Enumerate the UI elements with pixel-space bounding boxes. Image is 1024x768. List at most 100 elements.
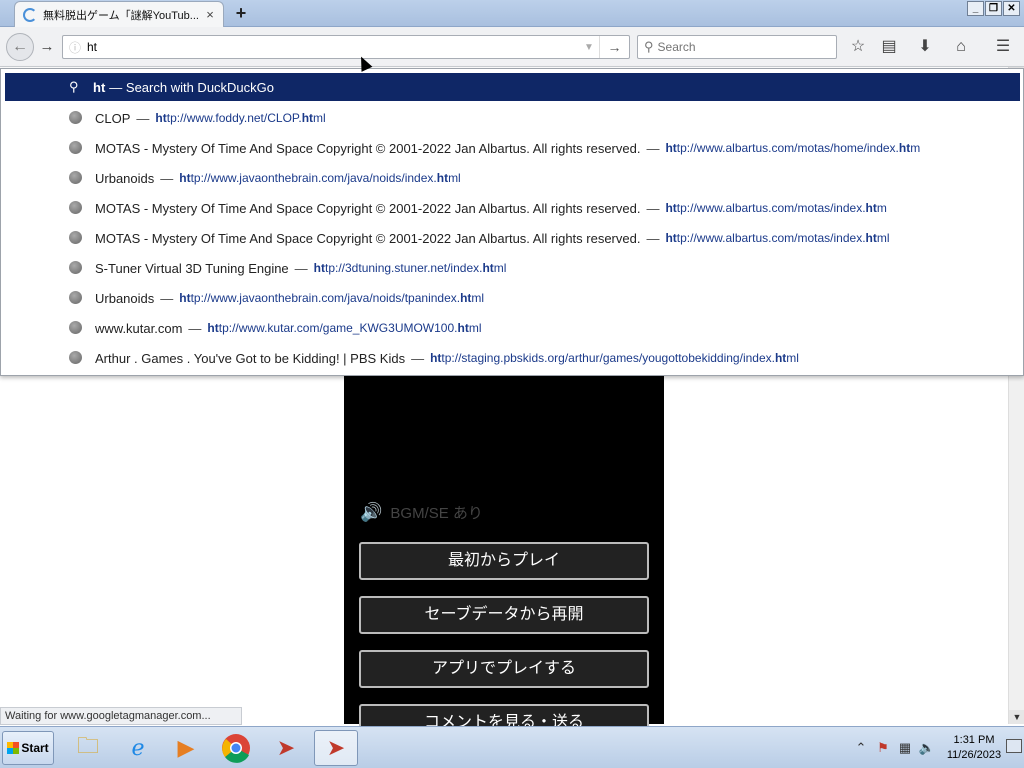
show-desktop-button[interactable]: [1006, 739, 1022, 753]
clock-time: 1:31 PM: [953, 734, 995, 746]
browser-tab[interactable]: 無料脱出ゲーム「謎解YouTub... ×: [14, 1, 224, 27]
suggestion-url: http://www.foddy.net/CLOP.html: [155, 111, 326, 125]
go-button[interactable]: →: [599, 36, 629, 58]
back-button[interactable]: ←: [6, 33, 34, 61]
action-center-icon[interactable]: ⚑: [872, 740, 894, 756]
clock[interactable]: 1:31 PM 11/26/2023: [940, 733, 1008, 763]
acrobat-icon[interactable]: ➤: [264, 730, 308, 766]
url-bar[interactable]: ⓘ ▼ →: [62, 35, 630, 59]
suggestion-title: Urbanoids: [95, 170, 155, 186]
history-suggestion-row[interactable]: CLOP — http://www.foddy.net/CLOP.html: [5, 103, 1020, 133]
navigation-toolbar: ← → ⓘ ▼ → ⚲ ☆ ▤ ⬇ ⌂ ☰: [0, 27, 1024, 67]
suggestion-title: CLOP: [95, 110, 131, 126]
status-bar: Waiting for www.googletagmanager.com...: [0, 707, 242, 725]
menu-icon[interactable]: ☰: [991, 37, 1015, 57]
separator: —: [411, 350, 425, 366]
suggestion-url: http://www.javaonthebrain.com/java/noids…: [179, 291, 485, 305]
search-icon: ⚲: [644, 39, 654, 54]
history-suggestion-row[interactable]: S-Tuner Virtual 3D Tuning Engine — http://…: [5, 253, 1020, 283]
history-suggestion-row[interactable]: Urbanoids — http://www.javaonthebrain.com/…: [5, 163, 1020, 193]
search-icon: ⚲: [69, 79, 79, 94]
search-suffix: — Search with DuckDuckGo: [109, 79, 275, 95]
separator: —: [646, 140, 660, 156]
suggestion-url: http://staging.pbskids.org/arthur/games/…: [430, 351, 799, 365]
speaker-icon: 🔊: [360, 502, 383, 522]
history-suggestion-row[interactable]: MOTAS - Mystery Of Time And Space Copyri…: [5, 133, 1020, 163]
taskbar: Start 🗀 ℯ ▶ ➤ ➤ ⌃ ⚑ ▦ 🔈 1:31 PM 11/26/20…: [0, 726, 1024, 768]
new-tab-button[interactable]: +: [230, 3, 252, 23]
media-player-icon[interactable]: ▶: [164, 730, 208, 766]
search-query: ht: [93, 79, 106, 95]
title-bar: 無料脱出ゲーム「謎解YouTub... × + _ ❐ ✕: [0, 0, 1024, 27]
globe-icon: [69, 141, 82, 154]
separator: —: [294, 260, 308, 276]
tab-close-icon[interactable]: ×: [203, 7, 217, 22]
suggestion-url: http://www.javaonthebrain.com/java/noids…: [179, 171, 461, 185]
bgm-label: BGM/SE あり: [390, 505, 483, 522]
separator: —: [646, 230, 660, 246]
separator: —: [646, 200, 660, 216]
reading-list-icon[interactable]: ▤: [877, 37, 901, 57]
windows-logo-icon: [7, 742, 20, 754]
start-label: Start: [21, 741, 49, 755]
folder-icon[interactable]: 🗀: [66, 730, 110, 766]
bookmark-star-icon[interactable]: ☆: [846, 37, 870, 57]
suggestion-url: http://www.kutar.com/game_KWG3UMOW100.ht…: [207, 321, 482, 335]
history-suggestion-row[interactable]: MOTAS - Mystery Of Time And Space Copyri…: [5, 193, 1020, 223]
play-from-start-button[interactable]: 最初からプレイ: [359, 542, 649, 580]
suggestion-title: Arthur . Games . You've Got to be Kiddin…: [95, 350, 406, 366]
globe-icon: [69, 321, 82, 334]
separator: —: [188, 320, 202, 336]
globe-icon: [69, 351, 82, 364]
history-suggestion-row[interactable]: Urbanoids — http://www.javaonthebrain.com/…: [5, 283, 1020, 313]
suggestion-title: MOTAS - Mystery Of Time And Space Copyri…: [95, 200, 641, 216]
search-input[interactable]: [657, 40, 828, 54]
home-icon[interactable]: ⌂: [949, 37, 973, 57]
chrome-icon[interactable]: [214, 730, 258, 766]
volume-icon[interactable]: 🔈: [916, 740, 938, 756]
suggestion-title: S-Tuner Virtual 3D Tuning Engine: [95, 260, 289, 276]
bgm-toggle[interactable]: 🔊 BGM/SE あり: [360, 502, 483, 523]
game-panel: 🔊 BGM/SE あり 最初からプレイ セーブデータから再開 アプリでプレイする…: [344, 367, 664, 742]
clock-date: 11/26/2023: [946, 749, 1002, 761]
globe-icon: [69, 261, 82, 274]
suggestion-title: Urbanoids: [95, 290, 155, 306]
start-button[interactable]: Start: [2, 731, 54, 765]
restore-button[interactable]: ❐: [985, 1, 1002, 16]
scroll-down-icon[interactable]: ▼: [1009, 710, 1024, 724]
loading-spinner-icon: [23, 7, 37, 22]
close-window-button[interactable]: ✕: [1003, 1, 1020, 16]
minimize-button[interactable]: _: [967, 1, 984, 16]
history-suggestion-row[interactable]: MOTAS - Mystery Of Time And Space Copyri…: [5, 223, 1020, 253]
play-in-app-button[interactable]: アプリでプレイする: [359, 650, 649, 688]
resume-save-button[interactable]: セーブデータから再開: [359, 596, 649, 634]
separator: —: [160, 170, 174, 186]
search-suggestion-row[interactable]: ⚲ ht — Search with DuckDuckGo: [5, 73, 1020, 101]
url-input[interactable]: [87, 40, 579, 54]
suggestion-url: http://www.albartus.com/motas/index.htm: [665, 201, 887, 215]
history-suggestion-row[interactable]: Arthur . Games . You've Got to be Kiddin…: [5, 343, 1020, 373]
suggestion-title: MOTAS - Mystery Of Time And Space Copyri…: [95, 140, 641, 156]
suggestion-url: http://www.albartus.com/motas/home/index…: [665, 141, 921, 155]
globe-icon: [69, 231, 82, 244]
url-autocomplete-popup: ⚲ ht — Search with DuckDuckGo CLOP — http:…: [0, 68, 1024, 376]
tab-title: 無料脱出ゲーム「謎解YouTub...: [43, 9, 199, 22]
tray-expand-icon[interactable]: ⌃: [850, 740, 872, 756]
network-icon[interactable]: ▦: [894, 740, 916, 756]
acrobat-active-icon[interactable]: ➤: [314, 730, 358, 766]
suggestion-title: MOTAS - Mystery Of Time And Space Copyri…: [95, 230, 641, 246]
globe-icon: [69, 201, 82, 214]
window-controls: _ ❐ ✕: [967, 1, 1020, 16]
forward-button[interactable]: →: [36, 37, 58, 57]
site-info-icon[interactable]: ⓘ: [63, 39, 87, 56]
globe-icon: [69, 291, 82, 304]
downloads-icon[interactable]: ⬇: [913, 37, 937, 57]
globe-icon: [69, 111, 82, 124]
history-suggestion-row[interactable]: www.kutar.com — http://www.kutar.com/game_…: [5, 313, 1020, 343]
suggestion-title: www.kutar.com: [95, 320, 183, 336]
suggestion-url: http://3dtuning.stuner.net/index.html: [313, 261, 507, 275]
ie-icon[interactable]: ℯ: [116, 730, 160, 766]
history-dropdown-icon[interactable]: ▼: [579, 42, 599, 53]
search-bar[interactable]: ⚲: [637, 35, 837, 59]
separator: —: [136, 110, 150, 126]
